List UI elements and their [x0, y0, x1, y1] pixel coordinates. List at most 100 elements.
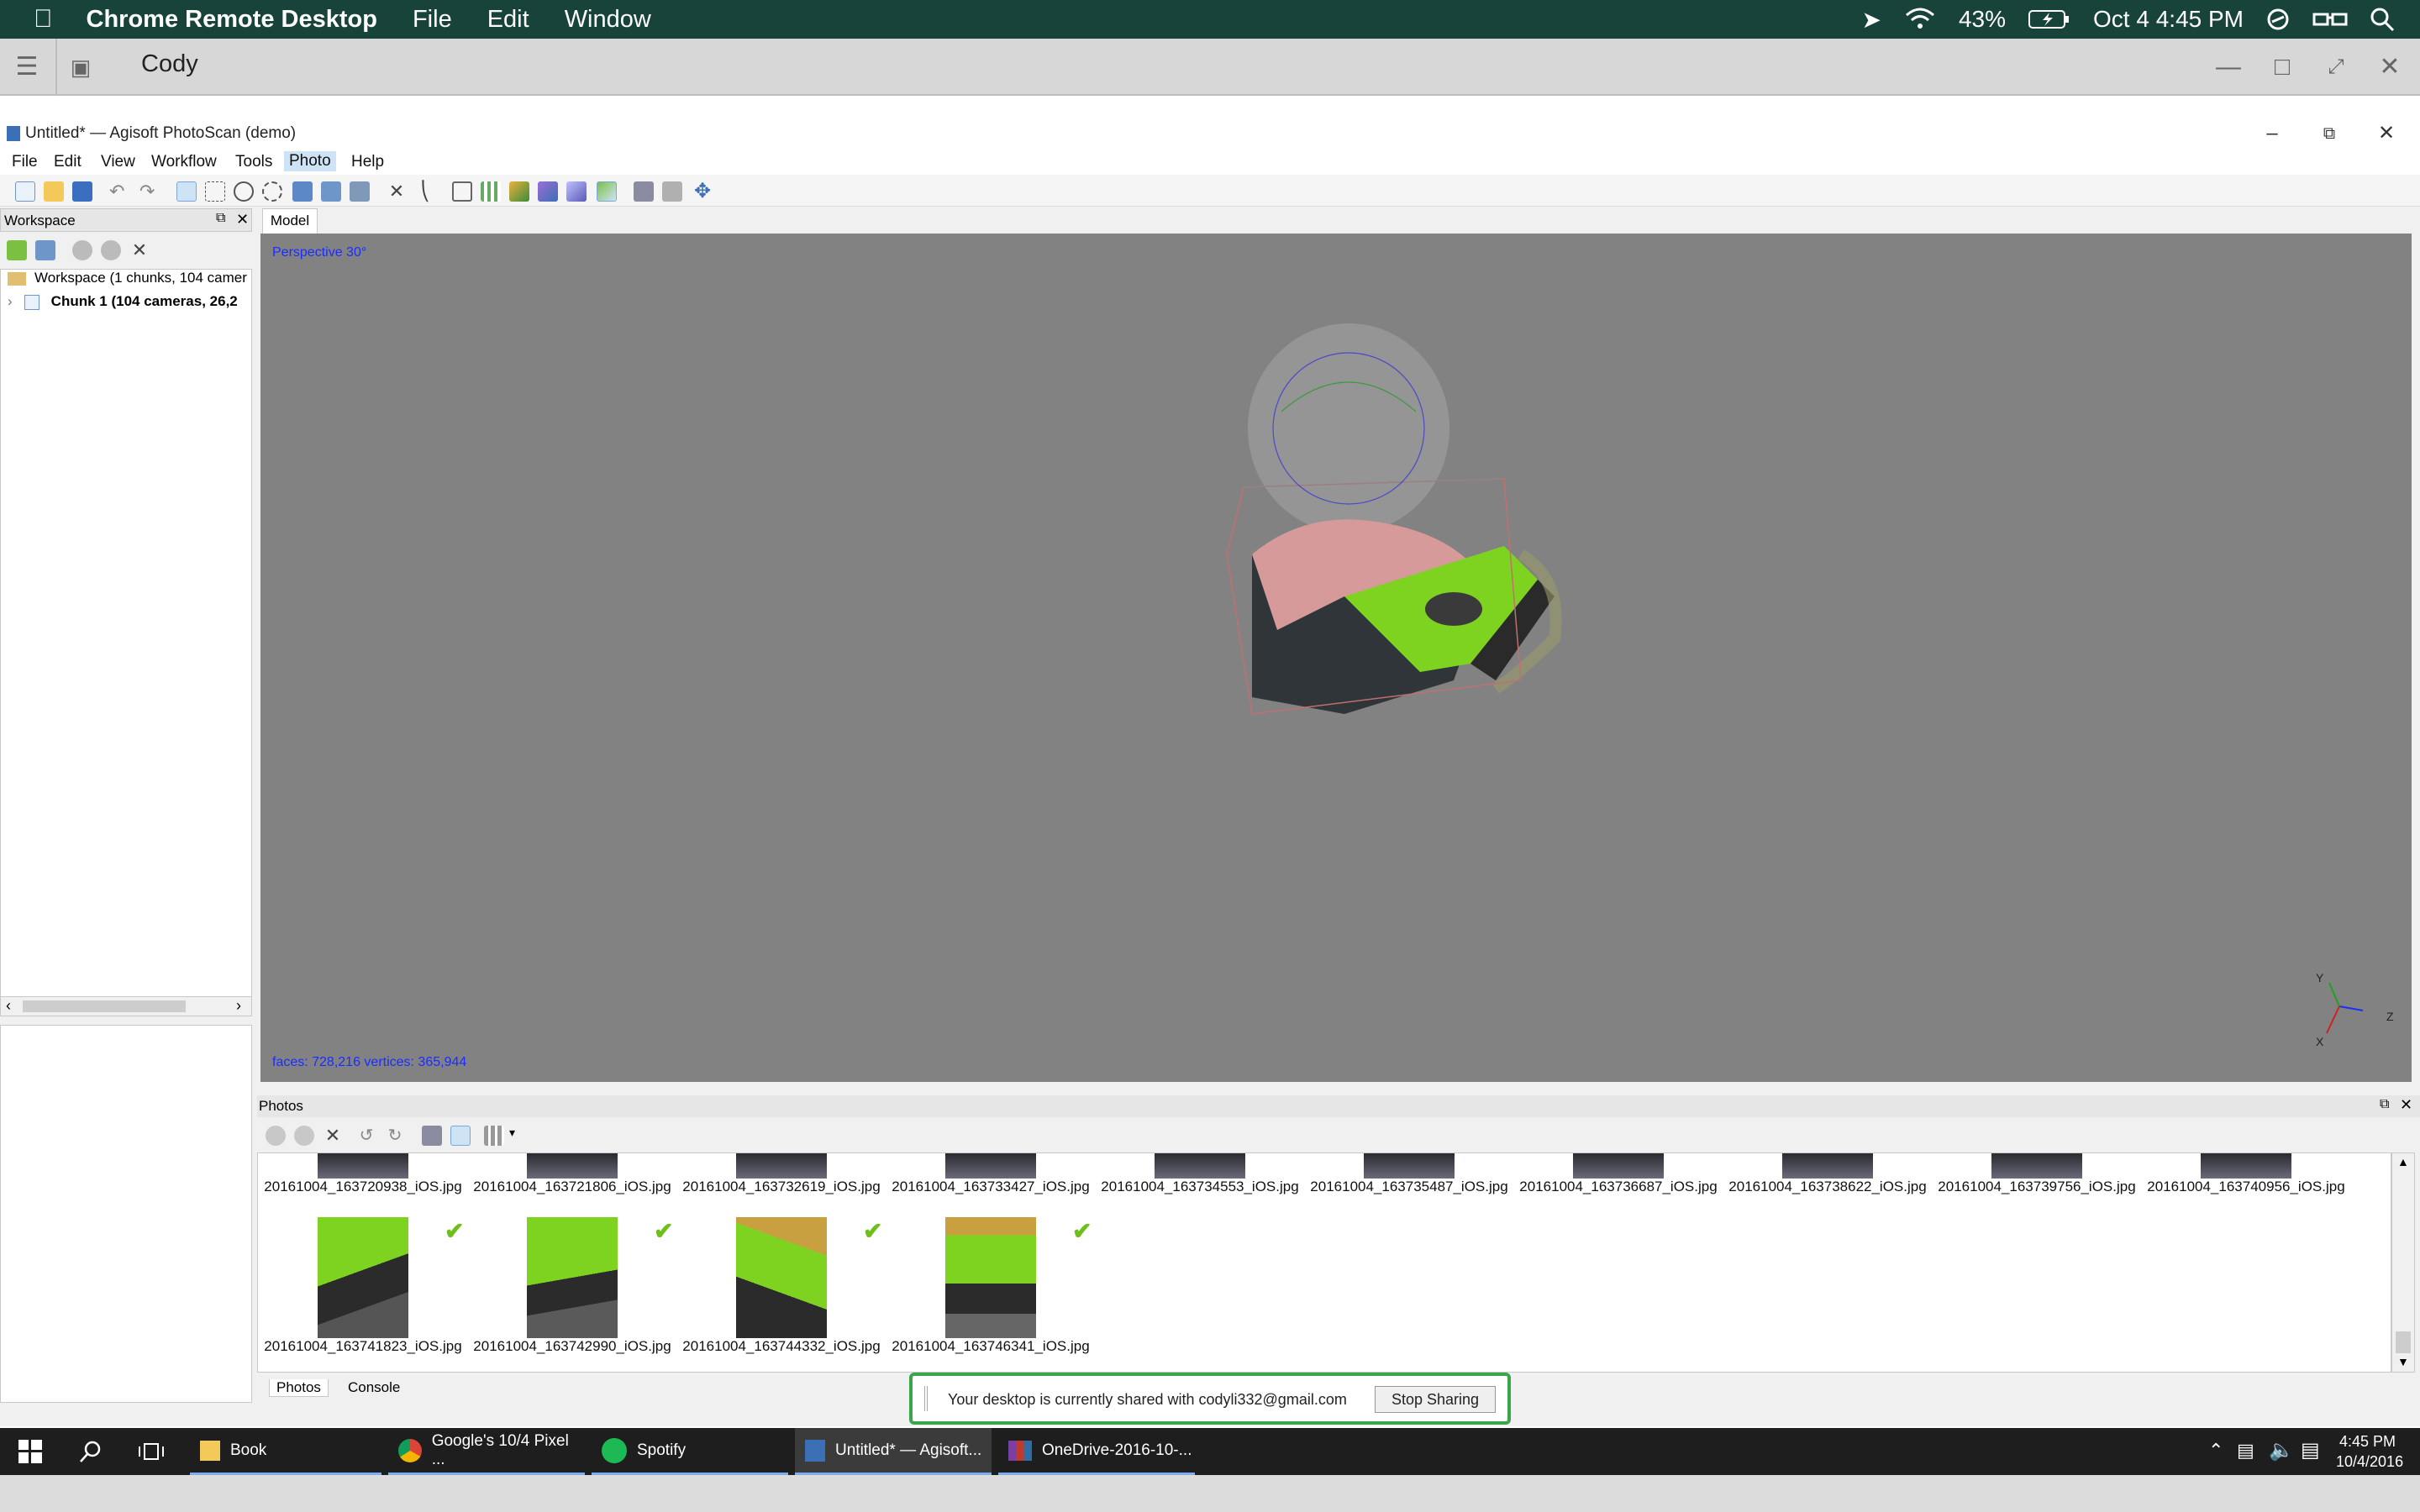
scroll-up-icon[interactable]: ▲: [2397, 1155, 2409, 1168]
battery-charging-icon[interactable]: [2028, 8, 2071, 30]
taskbar-item-photoscan[interactable]: Untitled* — Agisoft...: [795, 1428, 992, 1475]
free-form-selection-icon[interactable]: [262, 181, 282, 202]
enable-icon[interactable]: [72, 240, 92, 260]
scroll-left-icon[interactable]: ‹: [6, 997, 11, 1015]
save-icon[interactable]: [72, 181, 92, 202]
spotlight-search-icon[interactable]: [2370, 7, 2395, 32]
task-view-icon[interactable]: [138, 1441, 165, 1462]
mask-icon[interactable]: [422, 1126, 442, 1146]
photo-thumbnail[interactable]: 20161004_163720938_iOS.jpg: [258, 1153, 468, 1195]
action-center-icon[interactable]: ▤: [2301, 1438, 2320, 1462]
scroll-thumb[interactable]: [2396, 1331, 2411, 1353]
volume-icon[interactable]: 🔈: [2269, 1438, 2294, 1462]
add-chunk-icon[interactable]: [7, 240, 27, 260]
remove-icon[interactable]: ✕: [129, 240, 150, 260]
add-photos-icon[interactable]: [35, 240, 55, 260]
expand-arrow-icon[interactable]: ›: [8, 293, 13, 309]
chunk-item[interactable]: › Chunk 1 (104 cameras, 26,2: [8, 293, 251, 310]
window-restore-icon[interactable]: ⧉: [2312, 121, 2346, 146]
scroll-right-icon[interactable]: ›: [236, 997, 241, 1015]
menu-file[interactable]: File: [413, 6, 452, 34]
shaded-model-icon[interactable]: [597, 181, 617, 202]
disable-icon[interactable]: [101, 240, 121, 260]
hamburger-menu-icon[interactable]: ☰: [12, 52, 42, 82]
float-panel-icon[interactable]: ⧉: [2380, 1097, 2389, 1112]
photo-thumbnail[interactable]: 20161004_163721806_iOS.jpg: [467, 1153, 677, 1195]
crop-selection-icon[interactable]: ⎝: [415, 181, 435, 202]
scroll-down-icon[interactable]: ▼: [2397, 1355, 2409, 1368]
show-hidden-icons-icon[interactable]: ⌃: [2208, 1440, 2223, 1462]
menu-view[interactable]: View: [101, 153, 135, 171]
window-close-icon[interactable]: ✕: [2370, 121, 2403, 146]
windows-start-icon[interactable]: [18, 1440, 42, 1463]
rotate-left-icon[interactable]: ↺: [356, 1126, 376, 1146]
photo-thumbnail[interactable]: 20161004_163740956_iOS.jpg: [2141, 1153, 2351, 1195]
search-icon[interactable]: [79, 1440, 103, 1463]
chevron-down-icon[interactable]: ▾: [509, 1126, 515, 1140]
sync-icon[interactable]: [2265, 7, 2291, 32]
taskbar-item-onedrive[interactable]: OneDrive-2016-10-...: [998, 1428, 1195, 1475]
menu-help[interactable]: Help: [351, 153, 384, 171]
reconstructed-model[interactable]: [1202, 277, 1723, 748]
new-document-icon[interactable]: [15, 181, 35, 202]
enable-cameras-icon[interactable]: [266, 1126, 286, 1146]
remove-cameras-icon[interactable]: ✕: [323, 1126, 343, 1146]
navigation-cursor-icon[interactable]: [176, 181, 197, 202]
taskbar-item-book[interactable]: Book: [190, 1428, 381, 1475]
camera-icon[interactable]: [634, 181, 654, 202]
photos-vscrollbar[interactable]: ▲ ▼: [2391, 1152, 2415, 1373]
tab-console[interactable]: Console: [341, 1379, 407, 1396]
taskbar-time[interactable]: 4:45 PM: [2339, 1433, 2396, 1451]
model-viewport[interactable]: Perspective 30° faces: 728,216 vertices:…: [260, 234, 2412, 1082]
photo-thumbnail[interactable]: 20161004_163744332_iOS.jpg: [676, 1217, 886, 1355]
redo-icon[interactable]: ↷: [139, 181, 160, 202]
menubar-clock[interactable]: Oct 4 4:45 PM: [2093, 6, 2244, 33]
close-icon[interactable]: ✕: [2375, 52, 2405, 82]
stop-sharing-button[interactable]: Stop Sharing: [1375, 1386, 1496, 1413]
reset-view-icon[interactable]: [450, 1126, 471, 1146]
wireframe-icon[interactable]: [566, 181, 587, 202]
scroll-thumb[interactable]: [23, 1000, 186, 1012]
photo-thumbnail[interactable]: 20161004_163738622_iOS.jpg: [1723, 1153, 1933, 1195]
fullscreen-icon[interactable]: ⤢: [2321, 52, 2351, 82]
show-cameras-icon[interactable]: [452, 181, 472, 202]
float-panel-icon[interactable]: ⧉: [216, 211, 225, 226]
menu-workflow[interactable]: Workflow: [151, 153, 217, 171]
menu-photo[interactable]: Photo: [284, 151, 336, 171]
app-name-menu[interactable]: Chrome Remote Desktop: [87, 6, 377, 34]
move-object-icon[interactable]: ✥: [692, 181, 713, 202]
point-cloud-icon[interactable]: [509, 181, 529, 202]
menu-tools[interactable]: Tools: [235, 153, 272, 171]
photo-thumbnail[interactable]: 20161004_163742990_iOS.jpg: [467, 1217, 677, 1355]
taskbar-item-chrome[interactable]: Google's 10/4 Pixel ...: [388, 1428, 585, 1475]
tab-model[interactable]: Model: [262, 208, 318, 234]
photo-thumbnail[interactable]: 20161004_163733427_iOS.jpg: [886, 1153, 1096, 1195]
rotate-region-icon[interactable]: [350, 181, 370, 202]
photos-grid[interactable]: 20161004_163720938_iOS.jpg 20161004_1637…: [257, 1152, 2391, 1373]
disable-cameras-icon[interactable]: [294, 1126, 314, 1146]
maximize-icon[interactable]: □: [2267, 52, 2297, 82]
menu-file[interactable]: File: [12, 153, 38, 171]
photo-thumbnail[interactable]: 20161004_163732619_iOS.jpg: [676, 1153, 886, 1195]
rotate-right-icon[interactable]: ↻: [385, 1126, 405, 1146]
open-folder-icon[interactable]: [44, 181, 64, 202]
location-arrow-icon[interactable]: ➤: [1862, 6, 1881, 34]
photo-thumbnail[interactable]: 20161004_163734553_iOS.jpg: [1095, 1153, 1305, 1195]
taskbar-item-spotify[interactable]: Spotify: [592, 1428, 788, 1475]
drag-handle[interactable]: [924, 1386, 928, 1411]
workspace-root-item[interactable]: Workspace (1 chunks, 104 camer: [8, 270, 251, 286]
window-minimize-icon[interactable]: –: [2255, 121, 2289, 146]
tab-photos[interactable]: Photos: [269, 1379, 329, 1397]
close-panel-icon[interactable]: ✕: [236, 211, 249, 228]
photo-thumbnail[interactable]: 20161004_163746341_iOS.jpg: [886, 1217, 1096, 1355]
photo-thumbnail[interactable]: 20161004_163736687_iOS.jpg: [1513, 1153, 1723, 1195]
network-icon[interactable]: ▤: [2237, 1440, 2254, 1462]
minimize-icon[interactable]: —: [2213, 52, 2244, 82]
menu-edit[interactable]: Edit: [54, 153, 82, 171]
wifi-icon[interactable]: [1903, 7, 1937, 32]
resize-region-icon[interactable]: [321, 181, 341, 202]
menu-window[interactable]: Window: [565, 6, 651, 34]
close-panel-icon[interactable]: ✕: [2400, 1096, 2412, 1114]
photo-thumbnail[interactable]: 20161004_163735487_iOS.jpg: [1304, 1153, 1514, 1195]
photo-thumbnail[interactable]: 20161004_163739756_iOS.jpg: [1932, 1153, 2142, 1195]
